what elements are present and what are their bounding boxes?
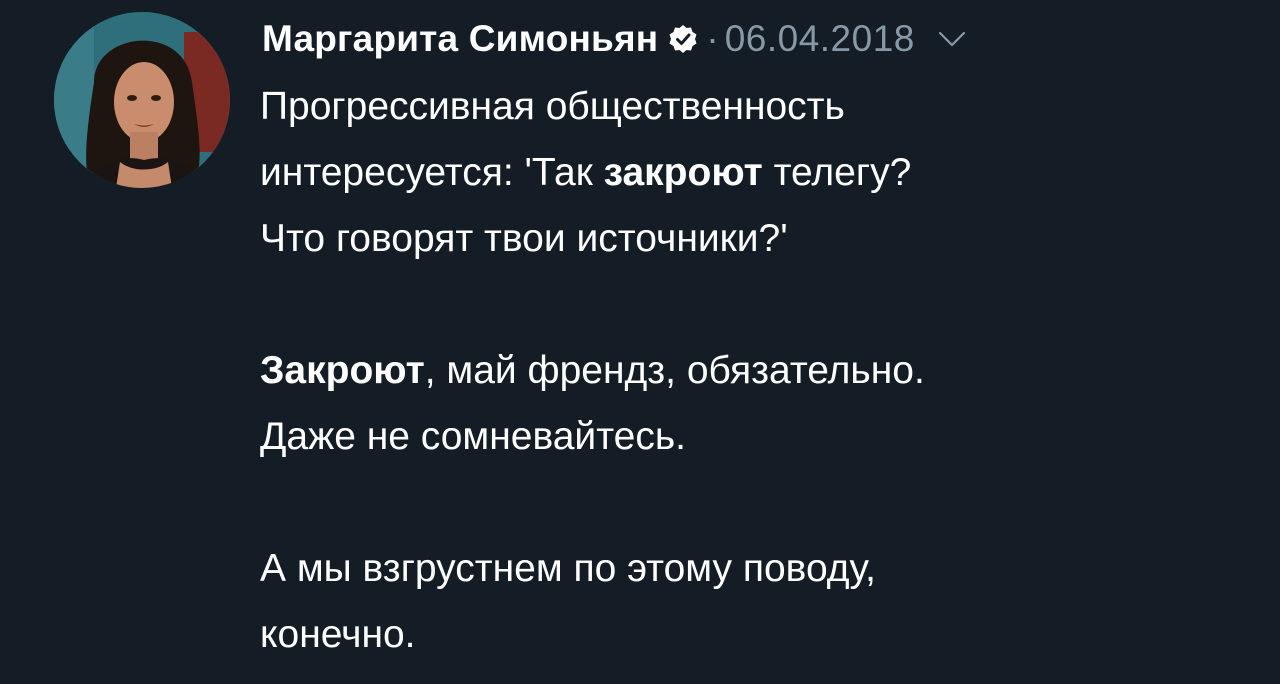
tweet-paragraph: А мы взгрустнем по этому поводу, конечно. [260, 536, 1220, 668]
tweet-header: Маргарита Симоньян · 06.04.2018 [262, 14, 967, 64]
tweet-text: Прогрессивная общественность интересуется… [260, 74, 1220, 668]
author-avatar[interactable] [54, 12, 230, 188]
tweet-text-segment: Что говорят твои источники?' [260, 217, 788, 260]
tweet-line: конечно. [260, 602, 1220, 668]
highlighted-keyword: Закроют [260, 349, 425, 392]
tweet-text-segment: телегу? [762, 151, 912, 194]
tweet-text-segment: Прогрессивная общественность [260, 85, 845, 128]
avatar-photo [54, 12, 230, 188]
tweet-line: интересуется: 'Так закроют телегу? [260, 140, 1220, 206]
chevron-down-icon[interactable] [937, 29, 967, 49]
tweet-paragraph: Закроют, май френдз, обязательно. Даже не… [260, 338, 1220, 470]
tweet-text-segment: интересуется: 'Так [260, 151, 604, 194]
tweet-date[interactable]: 06.04.2018 [725, 18, 915, 60]
verified-badge-icon [668, 24, 698, 54]
tweet-line: Что говорят твои источники?' [260, 206, 1220, 272]
tweet-text-segment: А мы взгрустнем по этому поводу, [260, 547, 876, 590]
tweet-line: Прогрессивная общественность [260, 74, 1220, 140]
tweet-text-segment: конечно. [260, 613, 416, 656]
tweet-line: Даже не сомневайтесь. [260, 404, 1220, 470]
tweet-line: А мы взгрустнем по этому поводу, [260, 536, 1220, 602]
header-separator: · [706, 18, 719, 59]
highlighted-keyword: закроют [603, 151, 763, 194]
tweet-text-segment: Даже не сомневайтесь. [260, 415, 686, 458]
author-name[interactable]: Маргарита Симоньян [262, 18, 658, 60]
tweet-line: Закроют, май френдз, обязательно. [260, 338, 1220, 404]
tweet-paragraph: Прогрессивная общественность интересуется… [260, 74, 1220, 272]
tweet-text-segment: , май френдз, обязательно. [424, 349, 925, 392]
